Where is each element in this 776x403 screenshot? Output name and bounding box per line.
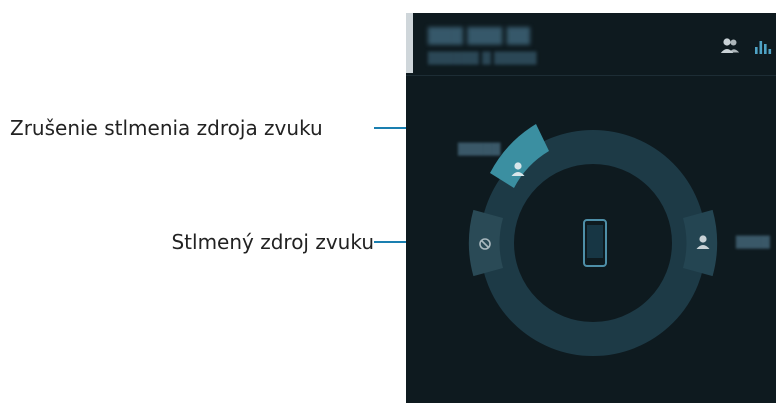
muted-source-segment (468, 209, 503, 277)
unmute-callout-label: Zrušenie stlmenia zdroja zvuku (10, 116, 323, 140)
muted-callout-label: Stlmený zdroj zvuku (171, 230, 374, 254)
sound-source-ring (468, 124, 718, 356)
ring-source-label-right-blurred: ████ (736, 236, 770, 249)
phone-screen: ███ ███ ██ ██████ █ █████ █████ ████ (406, 13, 776, 403)
right-source-segment (683, 209, 718, 277)
ring-source-label-top-blurred: █████ (458, 143, 501, 156)
phone-device-icon (583, 219, 607, 267)
